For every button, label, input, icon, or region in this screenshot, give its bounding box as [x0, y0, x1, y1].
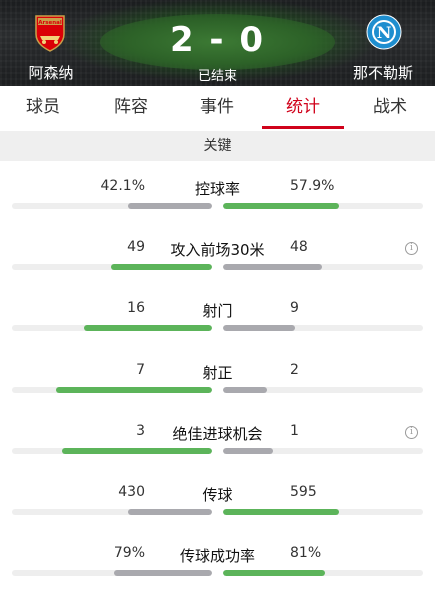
- stat-label: 传球: [202, 486, 233, 504]
- away-value: 57.9%: [290, 178, 335, 194]
- crest-letter: N: [377, 23, 392, 42]
- stat-label: 射门: [202, 302, 233, 320]
- away-bar: [223, 203, 339, 209]
- stat-row: 7 射正 2: [0, 362, 435, 422]
- away-team-name[interactable]: 那不勒斯: [338, 62, 428, 83]
- home-bar: [127, 203, 212, 209]
- home-bar-track: [12, 570, 212, 576]
- stat-row: 42.1% 控球率 57.9%: [0, 178, 435, 238]
- home-bar: [84, 325, 212, 331]
- home-bar: [128, 509, 212, 515]
- away-bar-track: [223, 448, 423, 454]
- info-icon[interactable]: i: [405, 242, 418, 255]
- away-bar: [223, 509, 339, 515]
- tab-bar: 球员 阵容 事件 统计 战术: [0, 86, 435, 130]
- away-bar: [223, 570, 325, 576]
- away-value: 2: [290, 362, 299, 378]
- stat-row: 16 射门 9: [0, 300, 435, 360]
- napoli-crest-icon[interactable]: N: [366, 14, 402, 50]
- stat-row: 79% 传球成功率 81%: [0, 545, 435, 592]
- home-bar-track: [12, 203, 212, 209]
- home-bar: [56, 387, 212, 393]
- match-header: Arsenal 阿森纳 2 - 0 已结束 N 那不勒斯: [0, 0, 435, 86]
- home-bar-track: [12, 509, 212, 515]
- away-bar: [223, 325, 295, 331]
- info-icon[interactable]: i: [405, 426, 418, 439]
- away-bar-track: [223, 264, 423, 270]
- away-value: 595: [290, 484, 317, 500]
- stat-row: 49 攻入前场30米 48 i: [0, 239, 435, 299]
- stat-label: 控球率: [194, 180, 240, 198]
- away-bar-track: [223, 203, 423, 209]
- away-bar-track: [223, 387, 423, 393]
- away-bar: [223, 448, 273, 454]
- away-bar-track: [223, 570, 423, 576]
- stat-label: 绝佳进球机会: [172, 425, 263, 443]
- stat-label: 射正: [202, 364, 233, 382]
- away-value: 81%: [290, 545, 322, 561]
- home-bar: [114, 570, 212, 576]
- stat-label: 攻入前场30米: [170, 241, 265, 259]
- tab-events[interactable]: 事件: [172, 86, 262, 130]
- home-bar: [62, 448, 212, 454]
- active-tab-indicator: [262, 126, 344, 129]
- away-bar-track: [223, 509, 423, 515]
- stat-row: 430 传球 595: [0, 484, 435, 544]
- home-bar-track: [12, 448, 212, 454]
- tab-players[interactable]: 球员: [0, 86, 88, 130]
- home-bar: [111, 264, 212, 270]
- home-bar-track: [12, 325, 212, 331]
- tab-tactics[interactable]: 战术: [345, 86, 435, 130]
- away-value: 48: [290, 239, 308, 255]
- section-header: 关键: [0, 131, 435, 161]
- away-value: 1: [290, 423, 299, 439]
- away-bar: [223, 264, 322, 270]
- tab-lineup[interactable]: 阵容: [86, 86, 176, 130]
- home-bar-track: [12, 387, 212, 393]
- away-value: 9: [290, 300, 299, 316]
- stat-row: 3 绝佳进球机会 1 i: [0, 423, 435, 483]
- away-bar-track: [223, 325, 423, 331]
- stat-label: 传球成功率: [179, 547, 255, 565]
- away-bar: [223, 387, 267, 393]
- home-bar-track: [12, 264, 212, 270]
- tab-stats[interactable]: 统计: [258, 86, 348, 130]
